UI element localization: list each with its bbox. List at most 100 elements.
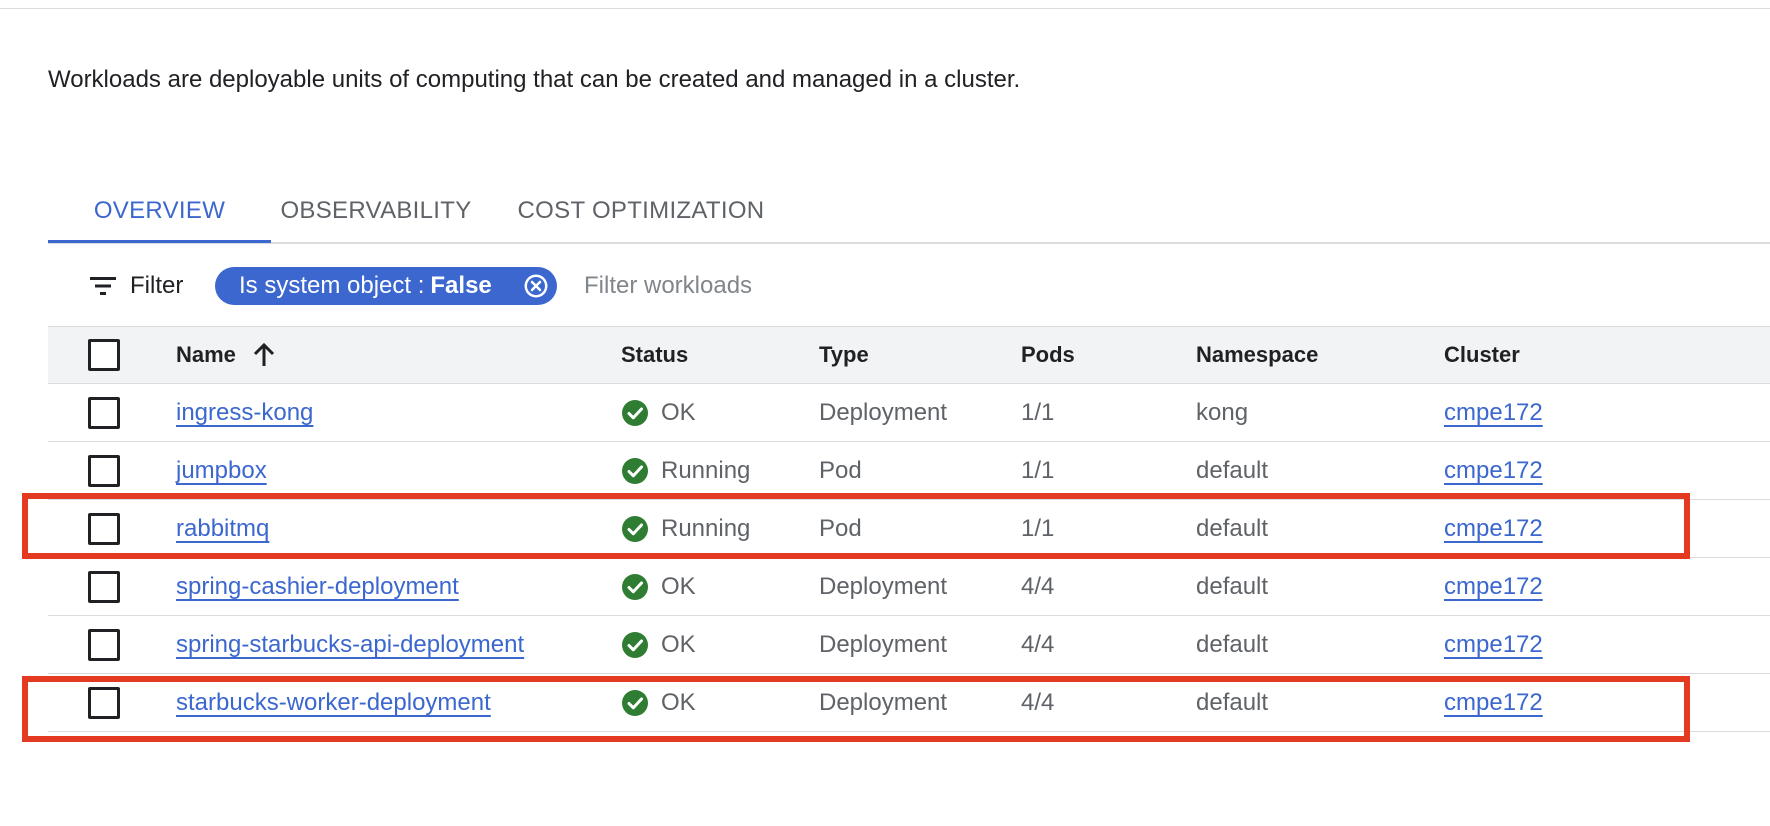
- filter-chip-value: False: [430, 272, 492, 299]
- status-text: OK: [661, 398, 696, 426]
- status-text: OK: [661, 572, 696, 600]
- row-select-cell: [88, 558, 120, 615]
- workload-name-link[interactable]: starbucks-worker-deployment: [176, 689, 491, 717]
- header-name-label: Name: [176, 342, 236, 367]
- row-checkbox[interactable]: [88, 454, 120, 487]
- pods-cell: 4/4: [1021, 572, 1055, 600]
- type-cell: Deployment: [819, 630, 948, 658]
- table-row: rabbitmq Running Pod 1/1 default cmpe172: [48, 500, 1770, 558]
- workload-name-link[interactable]: spring-cashier-deployment: [176, 573, 459, 601]
- check-circle-icon: [622, 457, 648, 484]
- header-name[interactable]: Name: [176, 327, 278, 383]
- tab-bar: OVERVIEW OBSERVABILITY COST OPTIMIZATION: [48, 180, 1770, 244]
- tabs-divider: [48, 242, 1770, 244]
- table-body: ingress-kong OK Deployment 1/1 kong cmpe…: [48, 384, 1770, 732]
- select-all-cell: [88, 327, 120, 383]
- workload-name-link[interactable]: jumpbox: [176, 457, 267, 485]
- status-cell: OK: [621, 558, 696, 615]
- header-pods[interactable]: Pods: [1021, 327, 1075, 383]
- page-description: Workloads are deployable units of comput…: [48, 66, 1021, 93]
- status-cell: OK: [621, 616, 696, 673]
- table-row: spring-starbucks-api-deployment OK Deplo…: [48, 616, 1770, 674]
- table-row: starbucks-worker-deployment OK Deploymen…: [48, 674, 1770, 732]
- cluster-cell: cmpe172: [1444, 616, 1543, 673]
- check-circle-icon: [622, 689, 648, 716]
- filter-bar: Filter Is system object : False: [48, 264, 1770, 308]
- status-cell: OK: [621, 384, 696, 441]
- name-cell: ingress-kong: [176, 384, 313, 441]
- filter-label: Filter: [130, 272, 184, 299]
- header-namespace[interactable]: Namespace: [1196, 327, 1318, 383]
- row-select-cell: [88, 500, 120, 557]
- header-status[interactable]: Status: [621, 327, 688, 383]
- row-select-cell: [88, 674, 120, 731]
- status-text: OK: [661, 630, 696, 658]
- check-circle-icon: [622, 631, 648, 658]
- cluster-cell: cmpe172: [1444, 442, 1543, 499]
- check-circle-icon: [622, 573, 648, 600]
- pods-cell: 4/4: [1021, 630, 1055, 658]
- tab-overview[interactable]: OVERVIEW: [48, 180, 271, 242]
- row-checkbox[interactable]: [88, 512, 120, 545]
- filter-button[interactable]: Filter: [88, 264, 183, 308]
- filter-workloads-input[interactable]: [580, 266, 1180, 306]
- header-cluster[interactable]: Cluster: [1444, 327, 1520, 383]
- status-cell: OK: [621, 674, 696, 731]
- tab-observability[interactable]: OBSERVABILITY: [271, 180, 481, 242]
- row-select-cell: [88, 384, 120, 441]
- status-cell: Running: [621, 442, 750, 499]
- pods-cell: 1/1: [1021, 514, 1055, 542]
- row-checkbox[interactable]: [88, 628, 120, 661]
- check-circle-icon: [622, 399, 648, 426]
- arrow-up-icon[interactable]: [250, 341, 278, 369]
- table-header-row: Name Status Type Pods Namespace Cluster: [48, 326, 1770, 384]
- row-select-cell: [88, 442, 120, 499]
- workload-name-link[interactable]: rabbitmq: [176, 515, 269, 543]
- table-row: ingress-kong OK Deployment 1/1 kong cmpe…: [48, 384, 1770, 442]
- namespace-cell: default: [1196, 456, 1269, 484]
- namespace-cell: kong: [1196, 398, 1249, 426]
- cluster-link[interactable]: cmpe172: [1444, 399, 1543, 427]
- pods-cell: 4/4: [1021, 688, 1055, 716]
- cluster-link[interactable]: cmpe172: [1444, 457, 1543, 485]
- workload-name-link[interactable]: ingress-kong: [176, 399, 313, 427]
- cluster-cell: cmpe172: [1444, 674, 1543, 731]
- cluster-link[interactable]: cmpe172: [1444, 515, 1543, 543]
- filter-chip-system-object[interactable]: Is system object : False: [215, 267, 557, 305]
- status-text: OK: [661, 688, 696, 716]
- status-text: Running: [661, 514, 751, 542]
- cluster-link[interactable]: cmpe172: [1444, 631, 1543, 659]
- name-cell: spring-cashier-deployment: [176, 558, 459, 615]
- name-cell: starbucks-worker-deployment: [176, 674, 491, 731]
- type-cell: Pod: [819, 514, 862, 542]
- header-type[interactable]: Type: [819, 327, 869, 383]
- check-circle-icon: [622, 515, 648, 542]
- name-cell: rabbitmq: [176, 500, 269, 557]
- name-cell: spring-starbucks-api-deployment: [176, 616, 524, 673]
- pods-cell: 1/1: [1021, 398, 1055, 426]
- cluster-link[interactable]: cmpe172: [1444, 573, 1543, 601]
- type-cell: Deployment: [819, 688, 948, 716]
- workloads-page: Workloads are deployable units of comput…: [0, 0, 1770, 826]
- cluster-cell: cmpe172: [1444, 558, 1543, 615]
- row-checkbox[interactable]: [88, 686, 120, 719]
- row-select-cell: [88, 616, 120, 673]
- close-circle-icon[interactable]: [523, 273, 549, 299]
- status-cell: Running: [621, 500, 750, 557]
- row-checkbox[interactable]: [88, 396, 120, 429]
- type-cell: Pod: [819, 456, 862, 484]
- active-tab-indicator: [48, 240, 271, 243]
- namespace-cell: default: [1196, 514, 1269, 542]
- top-divider: [0, 8, 1770, 9]
- workloads-table: Name Status Type Pods Namespace Cluster …: [48, 326, 1770, 732]
- cluster-link[interactable]: cmpe172: [1444, 689, 1543, 717]
- row-checkbox[interactable]: [88, 570, 120, 603]
- type-cell: Deployment: [819, 572, 948, 600]
- select-all-checkbox[interactable]: [88, 339, 120, 371]
- pods-cell: 1/1: [1021, 456, 1055, 484]
- workload-name-link[interactable]: spring-starbucks-api-deployment: [176, 631, 524, 659]
- tab-cost-optimization[interactable]: COST OPTIMIZATION: [481, 180, 801, 242]
- table-row: spring-cashier-deployment OK Deployment …: [48, 558, 1770, 616]
- cluster-cell: cmpe172: [1444, 500, 1543, 557]
- namespace-cell: default: [1196, 572, 1269, 600]
